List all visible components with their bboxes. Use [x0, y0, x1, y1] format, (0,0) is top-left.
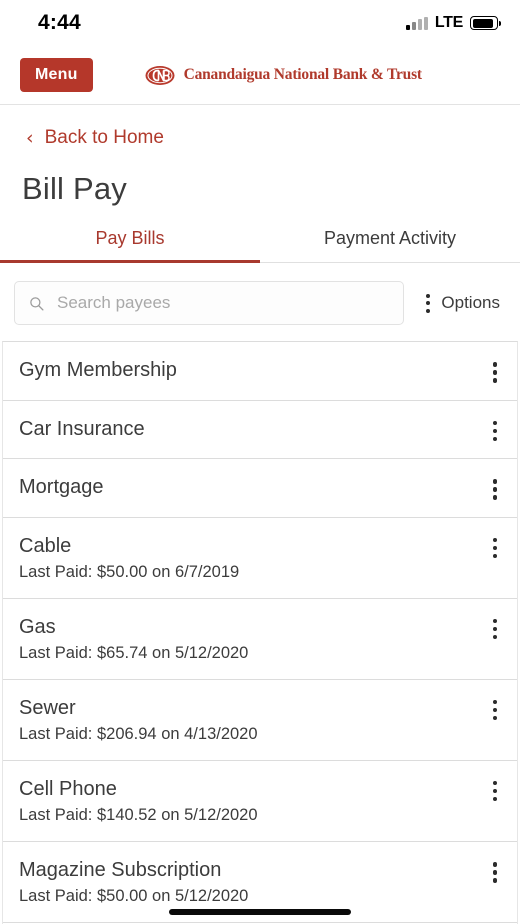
mobile-screen: 4:44 LTE Menu Canandaigua National Bank …	[0, 0, 520, 924]
brand-logo: Canandaigua National Bank & Trust	[145, 65, 422, 86]
payee-name: Cell Phone	[19, 777, 117, 800]
list-item[interactable]: Sewer Last Paid: $206.94 on 4/13/2020	[3, 679, 517, 761]
row-kebab-menu-icon[interactable]	[492, 420, 497, 441]
back-to-home-link[interactable]: ‹ Back to Home	[0, 105, 164, 149]
page-title: Bill Pay	[22, 171, 127, 206]
back-label: Back to Home	[44, 127, 164, 148]
row-kebab-menu-icon[interactable]	[492, 537, 497, 558]
row-kebab-menu-icon[interactable]	[492, 780, 497, 802]
search-placeholder: Search payees	[57, 293, 171, 312]
search-row: Search payees Options	[0, 263, 520, 341]
payee-last-paid: Last Paid: $140.52 on 5/12/2020	[19, 805, 258, 824]
search-icon	[30, 296, 44, 311]
payee-last-paid: Last Paid: $65.74 on 5/12/2020	[19, 643, 249, 662]
row-kebab-menu-icon[interactable]	[492, 618, 497, 640]
list-item[interactable]: Car Insurance	[3, 400, 517, 459]
payee-name: Car Insurance	[19, 417, 145, 440]
list-item[interactable]: Gas Last Paid: $65.74 on 5/12/2020	[3, 598, 517, 680]
row-kebab-menu-icon[interactable]	[492, 862, 497, 883]
signal-bars-icon	[405, 16, 428, 30]
payee-name: Mortgage	[19, 476, 104, 498]
tab-pay-bills[interactable]: Pay Bills	[0, 228, 260, 263]
tab-payment-activity[interactable]: Payment Activity	[260, 228, 520, 262]
payee-list: Gym Membership Car Insurance Mortgage Ca…	[2, 341, 518, 924]
home-indicator[interactable]	[169, 909, 351, 915]
payee-name: Sewer	[19, 696, 76, 719]
row-kebab-menu-icon[interactable]	[492, 479, 497, 500]
brand-name: Canandaigua National Bank & Trust	[183, 66, 423, 83]
status-bar: 4:44 LTE	[0, 0, 520, 46]
battery-icon	[470, 16, 501, 30]
search-input[interactable]: Search payees	[14, 281, 405, 325]
chevron-left-icon: ‹	[26, 126, 34, 149]
status-indicators: LTE	[405, 14, 501, 32]
options-label: Options	[441, 293, 500, 312]
options-button[interactable]: Options	[404, 293, 506, 313]
payee-last-paid: Last Paid: $206.94 on 4/13/2020	[19, 724, 258, 743]
payee-name: Gas	[19, 615, 56, 638]
payee-name: Gym Membership	[19, 359, 177, 381]
list-item[interactable]: Cell Phone Last Paid: $140.52 on 5/12/20…	[3, 760, 517, 843]
payee-last-paid: Last Paid: $50.00 on 6/7/2019	[19, 562, 240, 581]
menu-button[interactable]: Menu	[20, 58, 93, 92]
payee-last-paid: Last Paid: $50.00 on 5/12/2020	[19, 887, 249, 906]
tab-bar: Pay Bills Payment Activity	[0, 228, 520, 263]
row-kebab-menu-icon[interactable]	[492, 699, 497, 721]
network-type-label: LTE	[434, 14, 463, 31]
app-header: Menu Canandaigua National Bank & Trust	[0, 46, 520, 105]
kebab-menu-icon	[426, 293, 431, 313]
cnb-monogram-logo	[145, 65, 175, 85]
payee-name: Magazine Subscription	[19, 859, 222, 882]
payee-name: Cable	[19, 534, 72, 557]
list-item[interactable]: Mortgage	[3, 459, 517, 518]
row-kebab-menu-icon[interactable]	[492, 362, 497, 383]
status-time: 4:44	[38, 11, 81, 34]
list-item[interactable]: Cable Last Paid: $50.00 on 6/7/2019	[3, 517, 517, 599]
list-item[interactable]: Gym Membership	[3, 342, 517, 401]
